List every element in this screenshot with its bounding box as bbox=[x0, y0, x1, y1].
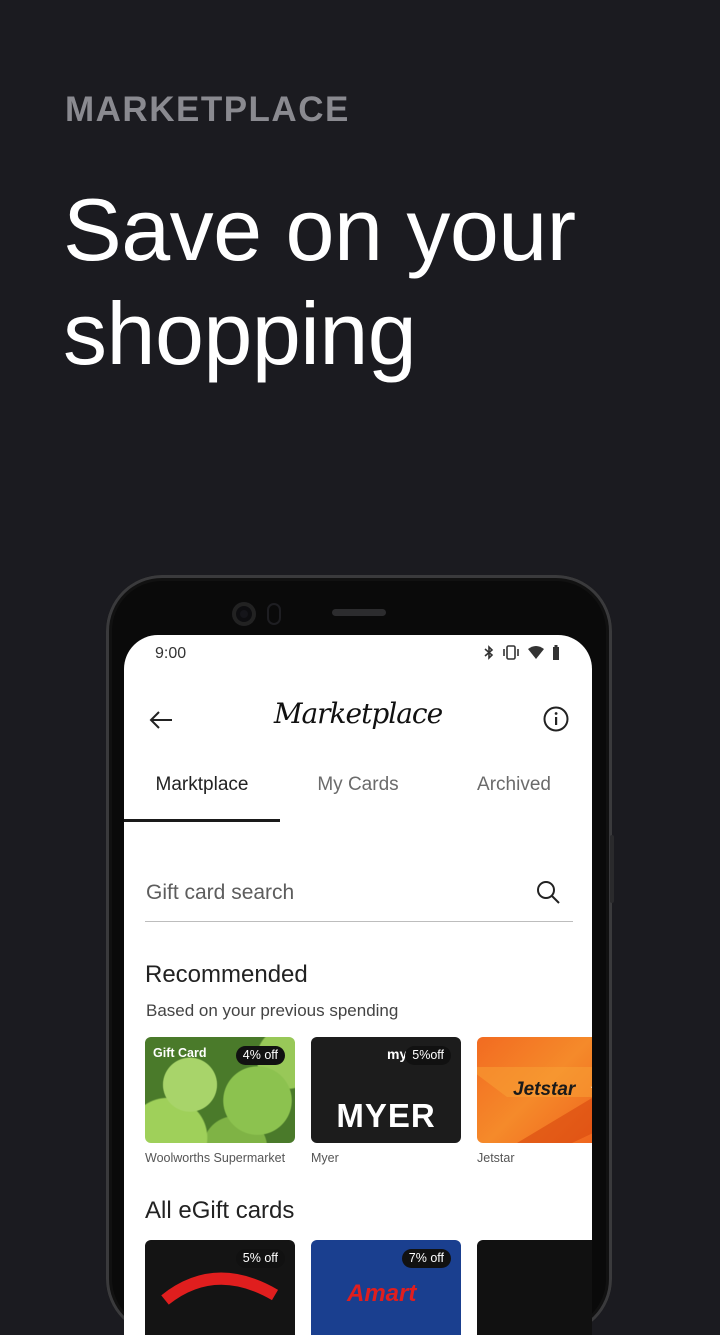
eyebrow-label: MARKETPLACE bbox=[65, 90, 350, 129]
myer-small-logo: my bbox=[387, 1046, 408, 1062]
jetstar-card-image: Jetstar ★ 0% bbox=[477, 1037, 592, 1143]
vibrate-icon bbox=[503, 645, 519, 660]
earpiece-speaker bbox=[332, 609, 386, 616]
jetstar-logo: Jetstar bbox=[513, 1079, 576, 1100]
egift-card-amart[interactable]: 7% off Amart bbox=[311, 1240, 461, 1335]
amart-logo: Amart bbox=[347, 1280, 417, 1307]
egift-card-1[interactable]: 5% off bbox=[145, 1240, 295, 1335]
headline: Save on your shopping bbox=[63, 180, 576, 383]
power-button bbox=[610, 835, 614, 903]
woolworths-card-image: Gift Card 4% off bbox=[145, 1037, 295, 1143]
gift-card-myer[interactable]: my 5%off MYER Myer bbox=[311, 1037, 461, 1165]
front-camera-icon bbox=[232, 602, 256, 626]
app-screen: 9:00 Marketplace Marktplace My Cards Arc… bbox=[124, 635, 592, 1335]
gift-card-woolworths[interactable]: Gift Card 4% off Woolworths Supermarket bbox=[145, 1037, 295, 1165]
card-name: Woolworths Supermarket bbox=[145, 1151, 286, 1165]
star-icon: ★ bbox=[589, 1075, 592, 1105]
search-field bbox=[145, 875, 573, 922]
discount-badge: 7% off bbox=[401, 1249, 451, 1268]
app-title: Marketplace bbox=[273, 697, 443, 730]
recommended-cards: Gift Card 4% off Woolworths Supermarket … bbox=[145, 1037, 592, 1165]
info-icon[interactable] bbox=[542, 705, 570, 733]
card-name: Jetstar bbox=[477, 1151, 515, 1165]
status-bar: 9:00 bbox=[124, 635, 592, 675]
gift-card-jetstar[interactable]: Jetstar ★ 0% Jetstar bbox=[477, 1037, 592, 1165]
tab-bar: Marktplace My Cards Archived bbox=[124, 760, 592, 822]
myer-logo: MYER bbox=[336, 1097, 436, 1134]
egift-card-3[interactable]: 0% bbox=[477, 1240, 592, 1335]
tab-marketplace[interactable]: Marktplace bbox=[124, 760, 280, 822]
tab-archived[interactable]: Archived bbox=[436, 760, 592, 822]
card-name: Myer bbox=[311, 1151, 339, 1165]
myer-card-image: my 5%off MYER bbox=[311, 1037, 461, 1143]
app-bar: Marketplace bbox=[124, 695, 592, 751]
all-egift-cards: 5% off 7% off Amart 0% bbox=[145, 1240, 592, 1335]
phone-mockup: 9:00 Marketplace Marktplace My Cards Arc… bbox=[106, 575, 614, 1335]
discount-badge: 4% off bbox=[235, 1046, 285, 1065]
recommended-title: Recommended bbox=[145, 961, 308, 988]
battery-icon bbox=[553, 645, 559, 660]
discount-badge: 5%off bbox=[405, 1046, 451, 1065]
discount-badge: 5% off bbox=[235, 1249, 285, 1268]
all-egift-title: All eGift cards bbox=[145, 1197, 295, 1224]
woolworths-logo: Gift Card bbox=[153, 1046, 207, 1060]
recommended-subtitle: Based on your previous spending bbox=[146, 1001, 399, 1020]
active-tab-indicator bbox=[124, 819, 280, 822]
search-input[interactable] bbox=[146, 881, 506, 905]
wifi-icon bbox=[528, 645, 544, 659]
status-time: 9:00 bbox=[155, 645, 187, 662]
search-icon[interactable] bbox=[535, 879, 561, 905]
status-icons bbox=[484, 645, 560, 660]
bluetooth-icon bbox=[484, 645, 494, 660]
tab-my-cards[interactable]: My Cards bbox=[280, 760, 436, 822]
sensor-icon bbox=[267, 603, 281, 625]
